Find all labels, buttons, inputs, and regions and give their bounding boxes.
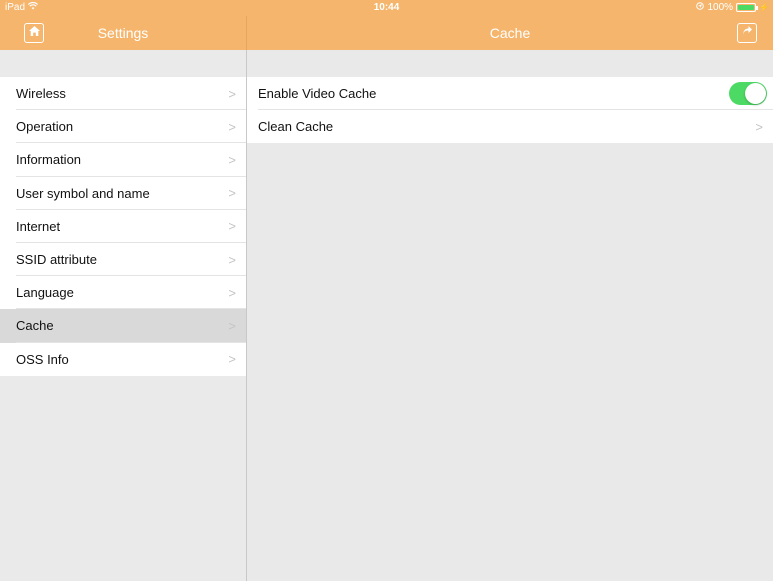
sidebar-item-user-symbol-and-name[interactable]: User symbol and name > (0, 176, 246, 210)
toggle-knob (745, 83, 766, 104)
home-icon (28, 24, 41, 42)
sidebar-item-operation[interactable]: Operation > (0, 110, 246, 144)
nav-bar: Settings Cache (0, 16, 773, 50)
cache-options: Enable Video Cache Clean Cache > (247, 77, 773, 143)
sidebar-item-label: Information (16, 152, 82, 168)
status-time: 10:44 (373, 2, 400, 13)
sidebar-item-cache[interactable]: Cache > (0, 309, 246, 343)
sidebar-item-label: Language (16, 285, 74, 301)
chevron-right-icon: > (228, 252, 236, 268)
sidebar-item-internet[interactable]: Internet > (0, 209, 246, 244)
sidebar-item-label: OSS Info (16, 351, 69, 367)
clean-cache-label: Clean Cache (258, 119, 334, 134)
sidebar-item-information[interactable]: Information > (0, 143, 246, 177)
battery-fill (738, 5, 755, 10)
sidebar-item-wireless[interactable]: Wireless > (0, 77, 246, 111)
sidebar-item-oss-info[interactable]: OSS Info > (0, 342, 246, 376)
chevron-right-icon: > (228, 318, 236, 334)
enable-video-cache-toggle[interactable] (729, 82, 767, 105)
chevron-right-icon: > (228, 351, 236, 367)
chevron-right-icon: > (228, 86, 236, 102)
sidebar-item-label: Operation (16, 119, 74, 135)
chevron-right-icon: > (228, 119, 236, 135)
master-title: Settings (97, 25, 149, 41)
chevron-right-icon: > (755, 119, 763, 134)
home-button[interactable] (24, 23, 44, 43)
battery-percent: 100% (707, 2, 734, 13)
share-button[interactable] (737, 23, 757, 43)
sidebar-item-label: Cache (16, 318, 54, 334)
detail-title: Cache (489, 25, 531, 41)
chevron-right-icon: > (228, 218, 236, 234)
battery-icon (736, 3, 759, 12)
enable-video-cache-row: Enable Video Cache (247, 77, 773, 110)
sidebar-item-language[interactable]: Language > (0, 276, 246, 310)
charging-icon: ⚡ (759, 3, 769, 12)
status-right: 100% ⚡ (696, 2, 769, 13)
status-bar: iPad 10:44 100% ⚡ (0, 0, 773, 16)
clean-cache-row[interactable]: Clean Cache > (247, 110, 773, 143)
cache-detail-pane: Enable Video Cache Clean Cache > (247, 50, 773, 581)
chevron-right-icon: > (228, 152, 236, 168)
sidebar-item-ssid-attribute[interactable]: SSID attribute > (0, 242, 246, 277)
settings-sidebar: Wireless > Operation > Information > User symb… (0, 50, 246, 581)
chevron-right-icon: > (228, 285, 236, 301)
share-icon (741, 24, 753, 42)
chevron-right-icon: > (228, 185, 236, 201)
sidebar-item-label: Wireless (16, 86, 66, 102)
sidebar-item-label: Internet (16, 218, 61, 234)
sidebar-item-label: SSID attribute (16, 252, 97, 268)
location-icon (696, 2, 705, 13)
enable-video-cache-label: Enable Video Cache (258, 86, 377, 101)
sidebar-item-label: User symbol and name (16, 185, 150, 201)
settings-menu: Wireless > Operation > Information > User symb… (0, 77, 246, 376)
